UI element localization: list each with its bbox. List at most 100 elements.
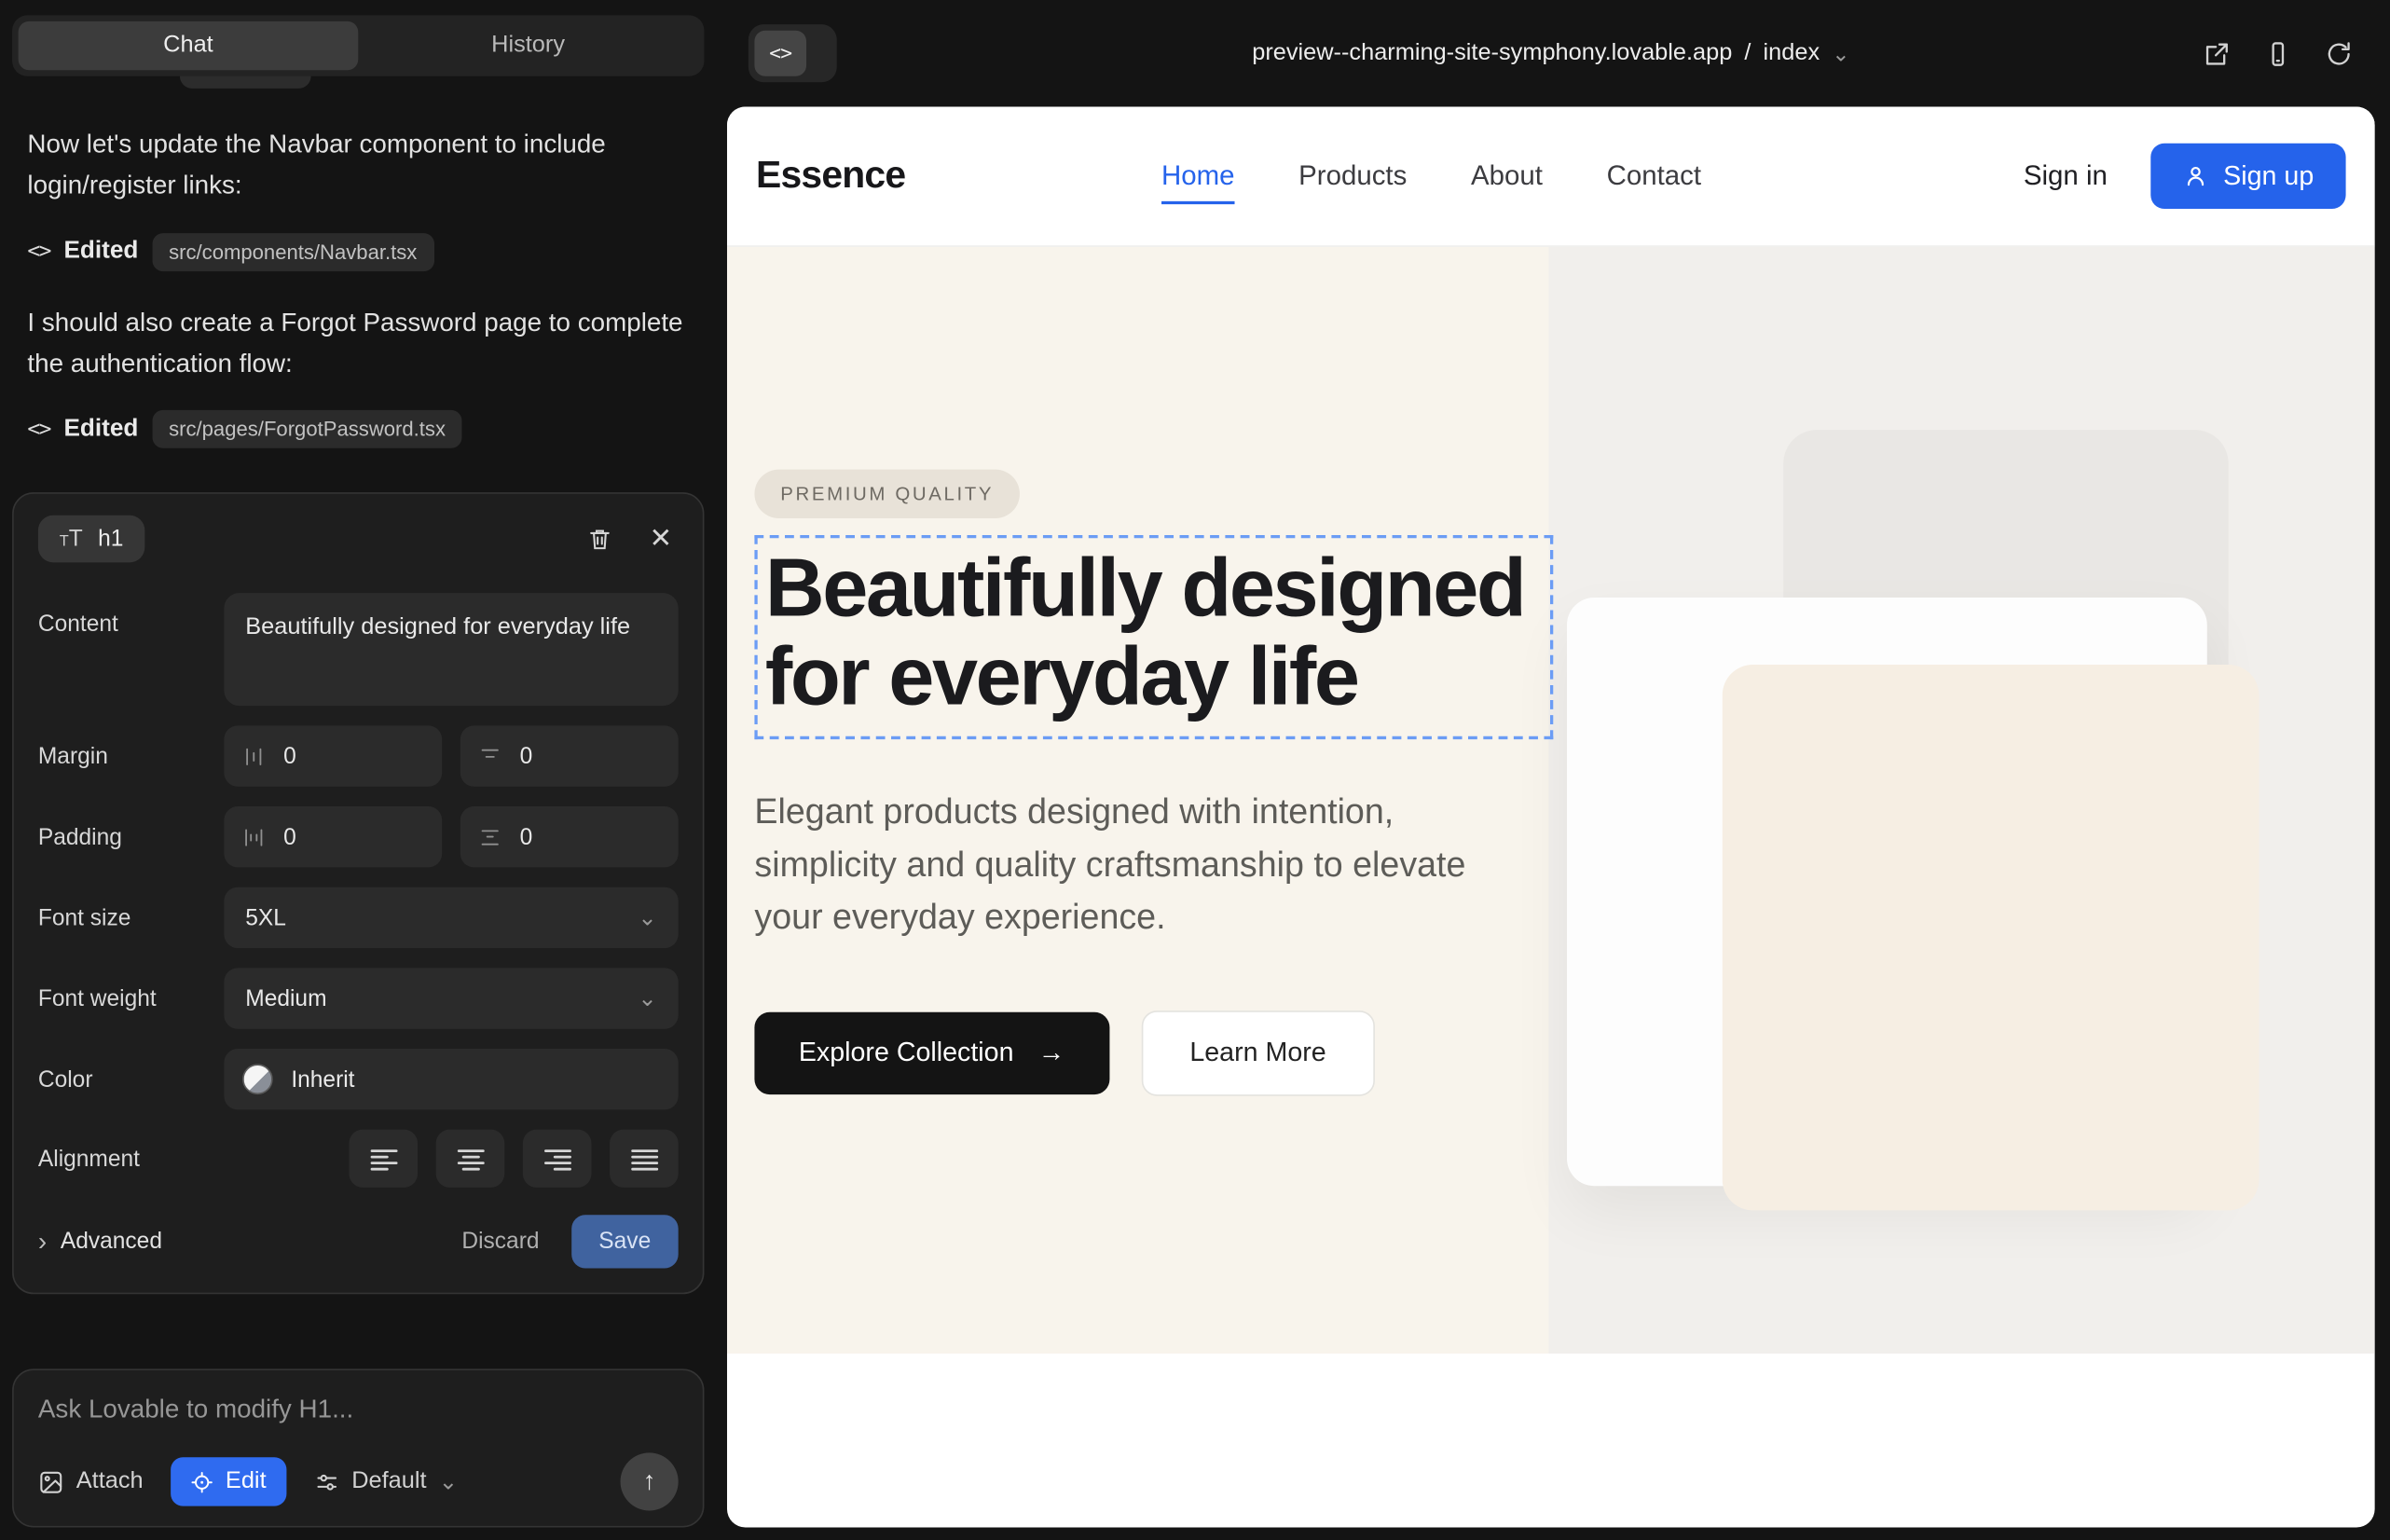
chat-message: I should also create a Forgot Password p… xyxy=(27,303,689,385)
margin-horizontal-field xyxy=(224,726,442,787)
attach-button[interactable]: Attach xyxy=(38,1468,144,1495)
save-button[interactable]: Save xyxy=(571,1216,679,1269)
element-tag-label: h1 xyxy=(98,527,123,553)
align-center-button[interactable] xyxy=(436,1130,505,1188)
font-weight-row: Font weight Medium ⌄ xyxy=(38,969,679,1029)
color-swatch-icon xyxy=(242,1065,273,1095)
padding-vertical-input[interactable] xyxy=(516,823,660,852)
chat-panel: Chat History Now let's update the Navbar… xyxy=(0,0,727,1540)
trash-icon xyxy=(586,526,612,553)
browser-toolbar: <> preview--charming-site-symphony.lovab… xyxy=(727,0,2375,106)
align-center-icon xyxy=(457,1148,484,1171)
content-input[interactable]: Beautifully designed for everyday life xyxy=(224,594,678,707)
chevron-down-icon: ⌄ xyxy=(638,988,657,1011)
margin-vertical-icon xyxy=(478,746,501,769)
sign-up-button[interactable]: Sign up xyxy=(2150,144,2346,209)
align-justify-icon xyxy=(630,1148,657,1171)
edited-file-row: <> Edited src/pages/ForgotPassword.tsx xyxy=(27,411,689,449)
sign-up-label: Sign up xyxy=(2223,160,2314,192)
nav-link-about[interactable]: About xyxy=(1471,147,1543,205)
site-nav-links: Home Products About Contact xyxy=(1161,147,1701,205)
padding-label: Padding xyxy=(38,825,224,851)
external-link-icon xyxy=(2203,39,2232,68)
font-size-value: 5XL xyxy=(245,905,286,931)
chat-history-tabs: Chat History xyxy=(12,15,704,76)
margin-label: Margin xyxy=(38,744,224,770)
align-left-button[interactable] xyxy=(349,1130,418,1188)
margin-horizontal-input[interactable] xyxy=(281,742,424,771)
alignment-row: Alignment xyxy=(38,1130,679,1188)
editor-footer: › Advanced Discard Save xyxy=(38,1216,679,1269)
nav-link-home[interactable]: Home xyxy=(1161,147,1235,204)
chevron-right-icon: › xyxy=(38,1230,47,1256)
site-preview: Essence Home Products About Contact Sign… xyxy=(727,106,2375,1527)
color-label: Color xyxy=(38,1067,224,1093)
chevron-down-icon: ⌄ xyxy=(1832,43,1849,64)
hero-paragraph: Elegant products designed with intention… xyxy=(754,785,1504,942)
element-tag-pill[interactable]: TT h1 xyxy=(38,516,144,563)
chat-input[interactable] xyxy=(38,1395,679,1425)
file-badge[interactable]: src/pages/ForgotPassword.tsx xyxy=(152,411,462,449)
color-value: Inherit xyxy=(291,1067,354,1093)
smartphone-icon xyxy=(2263,39,2292,68)
discard-button[interactable]: Discard xyxy=(440,1217,560,1268)
font-weight-value: Medium xyxy=(245,986,326,1012)
hero-section: PREMIUM QUALITY Beautifully designed for… xyxy=(727,247,2375,1354)
nav-link-products[interactable]: Products xyxy=(1298,147,1407,205)
nav-link-contact[interactable]: Contact xyxy=(1607,147,1701,205)
default-model-button[interactable]: Default ⌄ xyxy=(313,1468,458,1495)
edited-file-row: <> Edited src/components/Navbar.tsx xyxy=(27,233,689,271)
margin-vertical-field xyxy=(460,726,679,787)
tab-history[interactable]: History xyxy=(358,21,698,70)
refresh-button[interactable] xyxy=(2325,39,2354,68)
sign-in-button[interactable]: Sign in xyxy=(2014,158,2117,194)
explore-collection-button[interactable]: Explore Collection → xyxy=(754,1011,1108,1093)
default-model-label: Default xyxy=(351,1468,426,1495)
file-badge[interactable]: src/components/Navbar.tsx xyxy=(152,233,433,271)
target-icon xyxy=(190,1470,213,1493)
font-weight-select[interactable]: Medium ⌄ xyxy=(224,969,678,1029)
padding-vertical-field xyxy=(460,807,679,868)
edit-mode-button[interactable]: Edit xyxy=(171,1457,286,1506)
advanced-label: Advanced xyxy=(61,1230,162,1256)
close-editor-button[interactable]: ✕ xyxy=(643,517,679,561)
tab-chat[interactable]: Chat xyxy=(19,21,359,70)
url-bar[interactable]: preview--charming-site-symphony.lovable.… xyxy=(1252,40,1849,67)
quality-badge: PREMIUM QUALITY xyxy=(754,470,1020,518)
padding-row: Padding xyxy=(38,807,679,868)
margin-vertical-input[interactable] xyxy=(516,742,660,771)
code-icon: <> xyxy=(754,31,806,76)
path-separator: / xyxy=(1744,40,1751,67)
learn-more-button[interactable]: Learn More xyxy=(1141,1010,1375,1095)
font-size-label: Font size xyxy=(38,905,224,931)
hero-cta-row: Explore Collection → Learn More xyxy=(754,1010,1559,1095)
preview-pane: <> preview--charming-site-symphony.lovab… xyxy=(727,0,2375,1527)
code-icon: <> xyxy=(27,418,49,442)
mobile-view-button[interactable] xyxy=(2263,39,2292,68)
code-view-toggle[interactable]: <> xyxy=(749,24,837,82)
align-justify-button[interactable] xyxy=(610,1130,679,1188)
padding-horizontal-input[interactable] xyxy=(281,823,424,852)
decor-card-beige xyxy=(1723,665,2260,1210)
browser-actions xyxy=(2203,39,2354,68)
open-external-button[interactable] xyxy=(2203,39,2232,68)
content-row: Content Beautifully designed for everyda… xyxy=(38,594,679,707)
send-button[interactable]: ↑ xyxy=(621,1452,679,1510)
site-logo[interactable]: Essence xyxy=(756,154,905,198)
delete-element-button[interactable] xyxy=(581,520,619,560)
font-size-select[interactable]: 5XL ⌄ xyxy=(224,887,678,948)
font-size-row: Font size 5XL ⌄ xyxy=(38,887,679,948)
align-right-button[interactable] xyxy=(523,1130,592,1188)
hero-heading: Beautifully designed for everyday life xyxy=(765,544,1541,722)
chevron-down-icon: ⌄ xyxy=(638,907,657,930)
padding-horizontal-field xyxy=(224,807,442,868)
site-navbar: Essence Home Products About Contact Sign… xyxy=(727,106,2375,246)
app-window: Chat History Now let's update the Navbar… xyxy=(0,0,2390,1540)
h1-selection-box[interactable]: Beautifully designed for everyday life xyxy=(754,535,1553,739)
advanced-toggle[interactable]: › Advanced xyxy=(38,1230,162,1256)
align-left-icon xyxy=(370,1148,397,1171)
color-select[interactable]: Inherit xyxy=(224,1050,678,1110)
auth-actions: Sign in Sign up xyxy=(2014,144,2346,209)
refresh-icon xyxy=(2325,39,2354,68)
margin-horizontal-icon xyxy=(242,746,266,769)
